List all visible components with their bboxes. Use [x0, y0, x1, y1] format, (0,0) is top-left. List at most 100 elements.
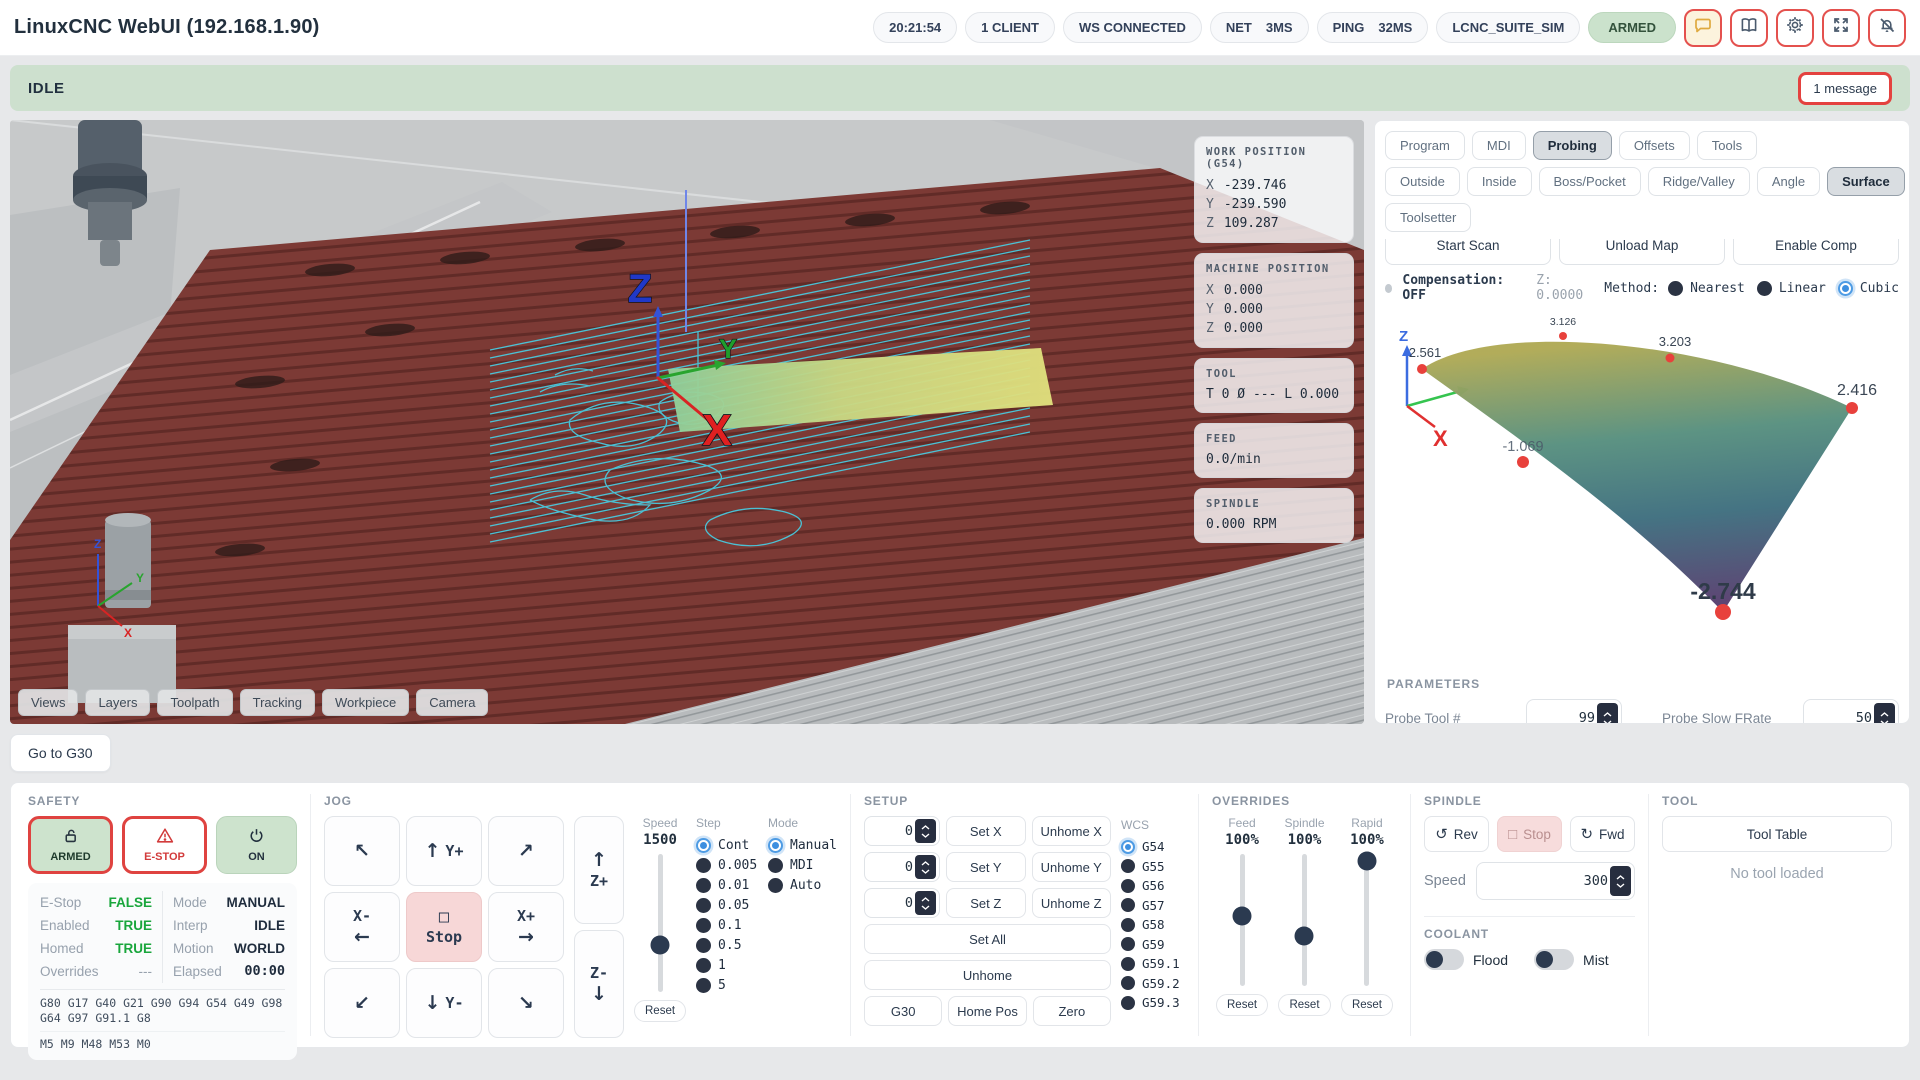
- estop-button[interactable]: E-STOP: [122, 816, 207, 874]
- jog-speed-slider[interactable]: [658, 854, 663, 992]
- spinner[interactable]: [915, 855, 936, 879]
- spindle-override-reset-button[interactable]: Reset: [1278, 994, 1330, 1016]
- slider-thumb[interactable]: [1357, 851, 1376, 870]
- axis-offset-input[interactable]: 0: [864, 888, 940, 918]
- feed-override-reset-button[interactable]: Reset: [1216, 994, 1268, 1016]
- jog-y-minus-button[interactable]: ↓Y-: [406, 968, 482, 1038]
- setup-action-button[interactable]: G30: [864, 996, 942, 1026]
- set-all-button[interactable]: Set All: [864, 924, 1111, 954]
- spinner[interactable]: [1610, 866, 1631, 896]
- goto-g30-button[interactable]: Go to G30: [10, 734, 111, 772]
- slider-thumb[interactable]: [1295, 926, 1314, 945]
- jog-step-radio[interactable]: 0.01: [696, 878, 758, 893]
- wcs-radio[interactable]: G59.3: [1121, 995, 1185, 1010]
- wcs-radio[interactable]: G55: [1121, 859, 1185, 874]
- spinner[interactable]: [1597, 703, 1618, 724]
- unhome-axis-button[interactable]: Unhome X: [1032, 816, 1112, 846]
- wcs-radio[interactable]: G58: [1121, 917, 1185, 932]
- unhome-all-button[interactable]: Unhome: [864, 960, 1111, 990]
- surface-map-plot[interactable]: Z X 2.561 3.126 3.203 2.416 -1.069 -2.74…: [1385, 311, 1899, 669]
- param-input[interactable]: 99: [1526, 699, 1622, 724]
- machine-on-button[interactable]: ON: [216, 816, 297, 874]
- unhome-axis-button[interactable]: Unhome Z: [1032, 888, 1112, 918]
- probing-tab[interactable]: Angle: [1757, 167, 1820, 196]
- spindle-reverse-button[interactable]: ↺Rev: [1424, 816, 1489, 852]
- jog-xy-ne-button[interactable]: ↗: [488, 816, 564, 886]
- wcs-radio[interactable]: G59.1: [1121, 956, 1185, 971]
- probing-tab[interactable]: Outside: [1385, 167, 1460, 196]
- wcs-radio[interactable]: G56: [1121, 878, 1185, 893]
- probing-tab[interactable]: Toolsetter: [1385, 203, 1471, 232]
- scan-action-button[interactable]: Enable Comp: [1733, 239, 1899, 265]
- jog-x-minus-button[interactable]: X-←: [324, 892, 400, 962]
- rapid-override-reset-button[interactable]: Reset: [1341, 994, 1393, 1016]
- jog-xy-nw-button[interactable]: ↖: [324, 816, 400, 886]
- wcs-radio[interactable]: G54: [1121, 839, 1185, 854]
- setup-action-button[interactable]: Home Pos: [948, 996, 1026, 1026]
- jog-stop-button[interactable]: □Stop: [406, 892, 482, 962]
- param-input[interactable]: 50: [1803, 699, 1899, 724]
- main-tab[interactable]: Probing: [1533, 131, 1612, 160]
- spindle-override-slider[interactable]: [1302, 854, 1307, 986]
- method-radio[interactable]: Nearest: [1668, 281, 1745, 296]
- messages-button[interactable]: [1684, 9, 1722, 47]
- jog-mode-radio[interactable]: MDI: [768, 858, 837, 873]
- message-count-button[interactable]: 1 message: [1798, 72, 1892, 105]
- slider-thumb[interactable]: [651, 936, 670, 955]
- idle-timeout-button[interactable]: [1868, 9, 1906, 47]
- axis-offset-input[interactable]: 0: [864, 816, 940, 846]
- viewport-option-button[interactable]: Layers: [85, 689, 150, 716]
- spindle-speed-input[interactable]: 300: [1476, 862, 1635, 900]
- axis-offset-input[interactable]: 0: [864, 852, 940, 882]
- main-tab[interactable]: Offsets: [1619, 131, 1690, 160]
- armed-button[interactable]: ARMED: [28, 816, 113, 874]
- spinner[interactable]: [915, 891, 936, 915]
- settings-button[interactable]: [1776, 9, 1814, 47]
- slider-thumb[interactable]: [1233, 907, 1252, 926]
- jog-step-radio[interactable]: Cont: [696, 838, 758, 853]
- wcs-radio[interactable]: G59: [1121, 937, 1185, 952]
- set-axis-button[interactable]: Set Y: [946, 852, 1026, 882]
- probing-tab[interactable]: Surface: [1827, 167, 1905, 196]
- tool-table-button[interactable]: Tool Table: [1662, 816, 1892, 852]
- wcs-radio[interactable]: G57: [1121, 898, 1185, 913]
- main-tab[interactable]: Tools: [1697, 131, 1757, 160]
- wcs-radio[interactable]: G59.2: [1121, 976, 1185, 991]
- viewport-option-button[interactable]: Views: [18, 689, 78, 716]
- jog-mode-radio[interactable]: Auto: [768, 878, 837, 893]
- jog-x-plus-button[interactable]: X+→: [488, 892, 564, 962]
- jog-step-radio[interactable]: 1: [696, 958, 758, 973]
- jog-z-minus-button[interactable]: Z-↓: [574, 930, 624, 1038]
- machine-3d-viewport[interactable]: Z Y X Z Y X WORK POSITION (G5: [10, 120, 1364, 724]
- probing-tab[interactable]: Ridge/Valley: [1648, 167, 1750, 196]
- viewport-option-button[interactable]: Tracking: [240, 689, 315, 716]
- jog-xy-se-button[interactable]: ↘: [488, 968, 564, 1038]
- feed-override-slider[interactable]: [1240, 854, 1245, 986]
- flood-toggle[interactable]: [1424, 949, 1464, 970]
- main-tab[interactable]: MDI: [1472, 131, 1526, 160]
- spinner[interactable]: [1874, 703, 1895, 724]
- set-axis-button[interactable]: Set Z: [946, 888, 1026, 918]
- scan-action-button[interactable]: Unload Map: [1559, 239, 1725, 265]
- spindle-stop-button[interactable]: □Stop: [1497, 816, 1562, 852]
- docs-button[interactable]: [1730, 9, 1768, 47]
- jog-y-plus-button[interactable]: ↑Y+: [406, 816, 482, 886]
- spinner[interactable]: [915, 819, 936, 843]
- jog-step-radio[interactable]: 0.05: [696, 898, 758, 913]
- probing-tab[interactable]: Boss/Pocket: [1539, 167, 1641, 196]
- jog-z-plus-button[interactable]: ↑Z+: [574, 816, 624, 924]
- jog-step-radio[interactable]: 5: [696, 978, 758, 993]
- set-axis-button[interactable]: Set X: [946, 816, 1026, 846]
- method-radio[interactable]: Linear: [1757, 281, 1826, 296]
- viewport-option-button[interactable]: Toolpath: [157, 689, 232, 716]
- unhome-axis-button[interactable]: Unhome Y: [1032, 852, 1112, 882]
- setup-action-button[interactable]: Zero: [1033, 996, 1111, 1026]
- spindle-forward-button[interactable]: ↻Fwd: [1570, 816, 1635, 852]
- probing-tab[interactable]: Inside: [1467, 167, 1532, 196]
- rapid-override-slider[interactable]: [1364, 854, 1369, 986]
- method-radio[interactable]: Cubic: [1838, 281, 1899, 296]
- mist-toggle[interactable]: [1534, 949, 1574, 970]
- scan-action-button[interactable]: Start Scan: [1385, 239, 1551, 265]
- jog-step-radio[interactable]: 0.5: [696, 938, 758, 953]
- jog-speed-reset-button[interactable]: Reset: [634, 1000, 686, 1022]
